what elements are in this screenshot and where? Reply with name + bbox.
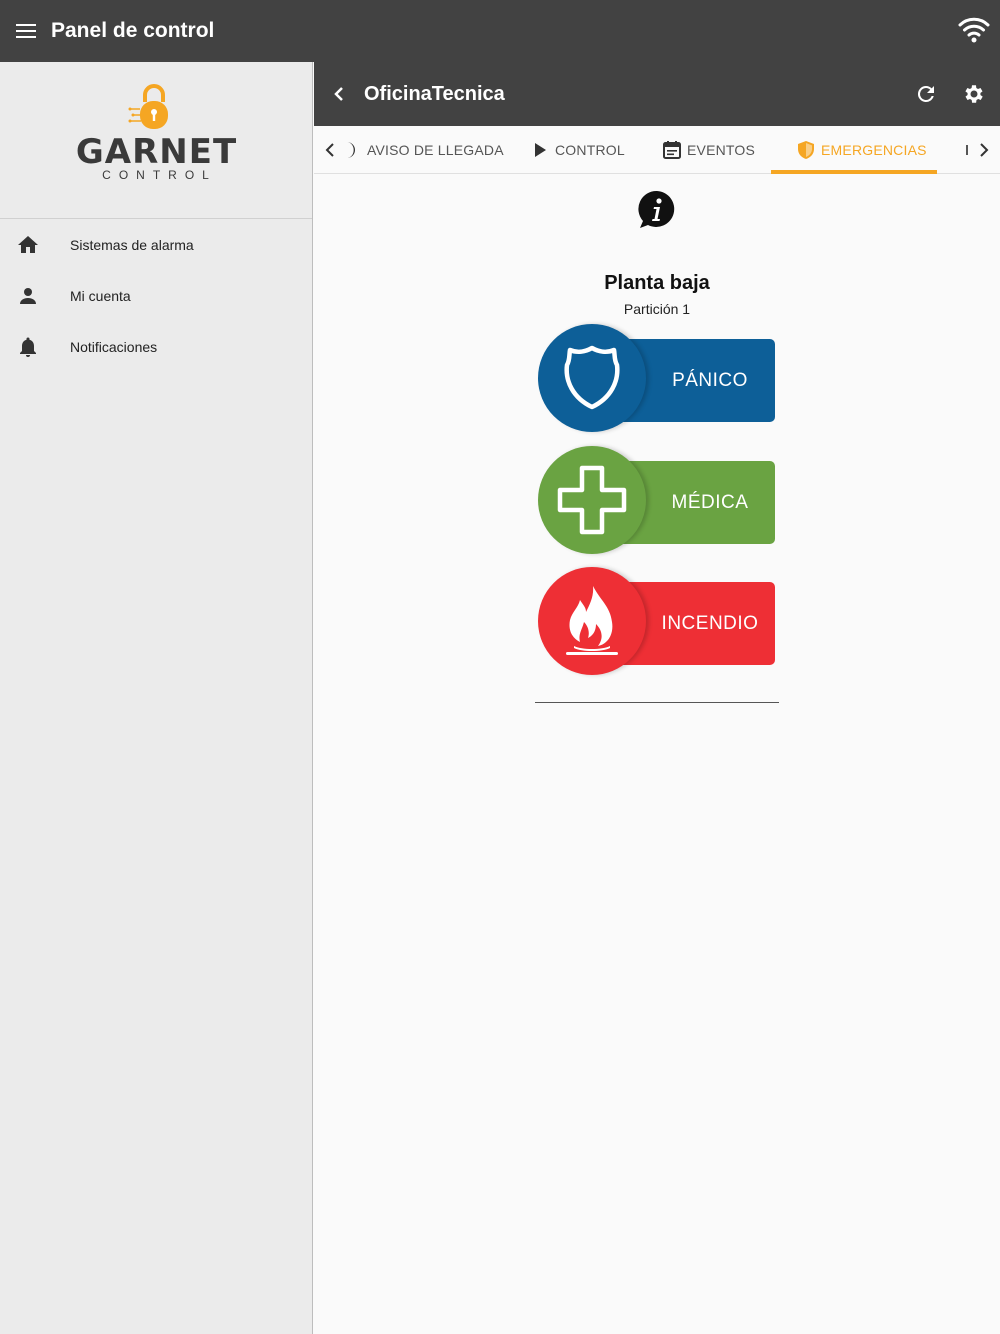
zone-title: Planta baja: [604, 272, 710, 294]
app-title: Panel de control: [51, 19, 215, 42]
tabs-scroll-right-icon[interactable]: [972, 138, 996, 162]
logo-subtitle: CONTROL: [102, 168, 217, 182]
sidebar: GARNET CONTROL Sistemas de alarma Mi cue…: [0, 62, 313, 1334]
active-tab-indicator: [771, 170, 937, 174]
panel-header: OficinaTecnica: [314, 62, 1000, 126]
sidebar-item-label: Sistemas de alarma: [70, 236, 194, 253]
padlock-logo-icon: [128, 84, 168, 129]
logo-brand: GARNET: [75, 132, 238, 172]
tab-control[interactable]: CONTROL: [530, 126, 625, 174]
home-icon: [0, 233, 70, 257]
tab-emergencias[interactable]: EMERGENCIAS: [796, 126, 927, 174]
medical-cross-icon: [538, 446, 646, 554]
logo: GARNET CONTROL: [0, 62, 312, 219]
app-bar: Panel de control: [0, 0, 1000, 62]
info-icon[interactable]: [637, 190, 677, 230]
bell-icon: [0, 335, 70, 359]
menu-icon[interactable]: [0, 0, 52, 62]
sidebar-item-label: Notificaciones: [70, 338, 158, 355]
wifi-icon[interactable]: [958, 14, 990, 46]
fire-icon: [538, 567, 646, 675]
section-divider: [535, 702, 779, 703]
chevron-left-icon[interactable]: [314, 62, 364, 126]
panic-button[interactable]: PÁNICO: [538, 324, 778, 432]
calendar-icon: [663, 141, 681, 159]
sidebar-nav: Sistemas de alarma Mi cuenta Notificacio…: [0, 219, 312, 372]
panel-title: OficinaTecnica: [364, 82, 505, 105]
tab-eventos[interactable]: EVENTOS: [662, 126, 755, 174]
sidebar-item-sistemas-de-alarma[interactable]: Sistemas de alarma: [0, 219, 312, 270]
sidebar-item-notificaciones[interactable]: Notificaciones: [0, 321, 312, 372]
person-icon: [0, 284, 70, 308]
fire-button[interactable]: INCENDIO: [538, 567, 778, 675]
medical-button[interactable]: MÉDICA: [538, 446, 778, 554]
zone-subtitle: Partición 1: [623, 301, 691, 317]
play-icon: [535, 143, 546, 157]
tab-label: EMERGENCIAS: [821, 142, 927, 158]
fire-button-label: INCENDIO: [661, 612, 759, 634]
tab-label: CONTROL: [555, 142, 625, 158]
police-shield-icon: [538, 324, 646, 432]
sidebar-item-mi-cuenta[interactable]: Mi cuenta: [0, 270, 312, 321]
tab-aviso-de-llegada[interactable]: AVISO DE LLEGADA: [342, 126, 504, 174]
panic-button-label: PÁNICO: [672, 369, 748, 391]
next-tab-hint: [966, 145, 968, 155]
tab-bar: AVISO DE LLEGADA CONTROL EVENTOS EMERGEN…: [314, 126, 1000, 174]
sidebar-item-label: Mi cuenta: [70, 287, 131, 304]
medical-button-label: MÉDICA: [671, 491, 749, 513]
tabs-scroll-left-icon[interactable]: [318, 138, 342, 162]
shield-icon: [798, 141, 814, 159]
gear-icon[interactable]: [962, 82, 986, 106]
refresh-icon[interactable]: [914, 82, 938, 106]
tab-label: AVISO DE LLEGADA: [367, 142, 504, 158]
half-moon-icon: [347, 142, 355, 158]
tab-label: EVENTOS: [687, 142, 756, 158]
